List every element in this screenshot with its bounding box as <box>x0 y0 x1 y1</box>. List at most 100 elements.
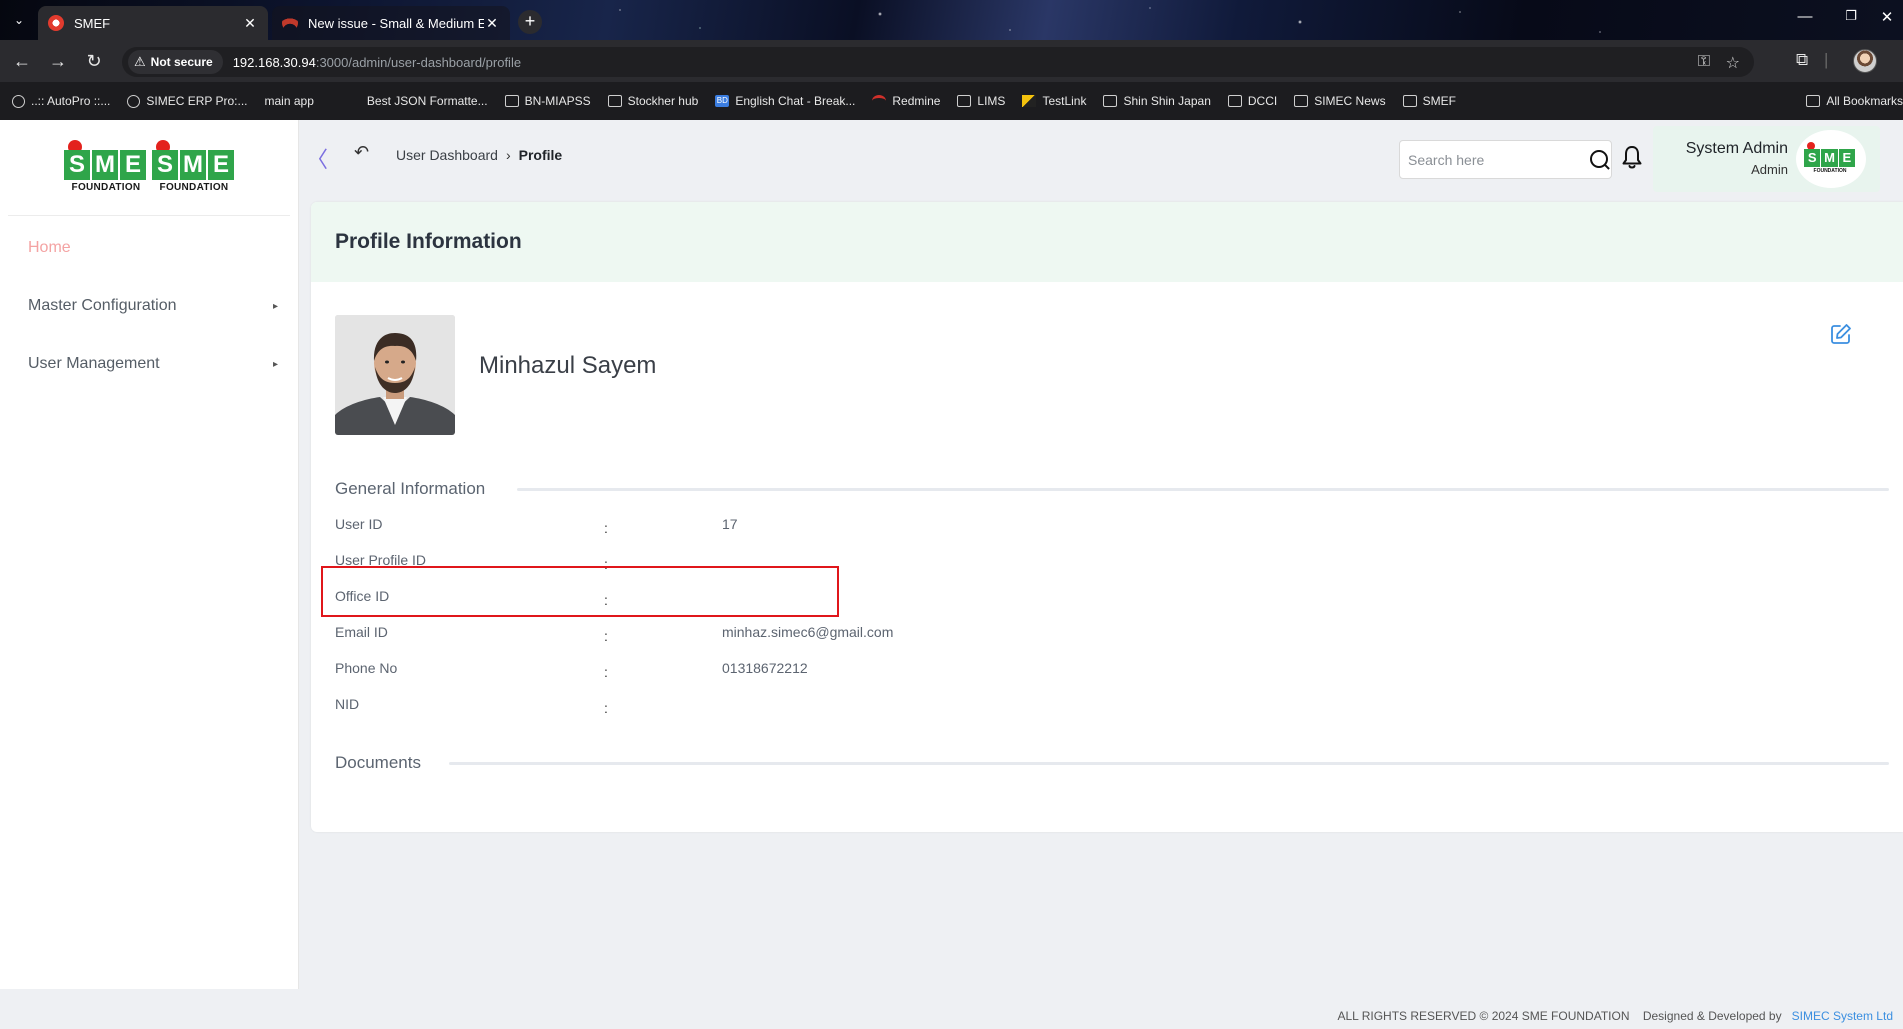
bookmark-item[interactable]: DCCI <box>1227 94 1277 108</box>
search-input[interactable] <box>1408 151 1589 168</box>
bookmark-item[interactable]: Stockher hub <box>607 94 698 108</box>
logo-unit: S M E FOUNDATION <box>152 138 236 196</box>
back-arrow-icon[interactable]: ← <box>10 50 34 74</box>
undo-back-icon[interactable]: ↶ <box>354 142 369 163</box>
company-link[interactable]: SIMEC System Ltd <box>1792 1009 1893 1023</box>
bookmark-item[interactable]: TestLink <box>1022 94 1086 108</box>
logo-letters: S M E <box>1804 149 1856 167</box>
folder-icon <box>1294 95 1309 107</box>
bookmarks-bar: ..:: AutoPro ::... SIMEC ERP Pro:... mai… <box>0 82 1903 120</box>
search-icon[interactable] <box>1589 149 1608 171</box>
field-colon: : <box>604 520 608 536</box>
general-information-title: General Information <box>335 479 486 498</box>
forward-arrow-icon[interactable]: → <box>46 50 70 74</box>
bookmark-item[interactable]: SIMEC News <box>1294 94 1386 108</box>
sidebar-item-label: Home <box>28 239 71 256</box>
footer: ALL RIGHTS RESERVED © 2024 SME FOUNDATIO… <box>299 1001 1903 1029</box>
bookmark-item[interactable]: main app <box>265 94 314 108</box>
sidebar: S M E FOUNDATION S M E FOUNDATION Home M… <box>0 120 299 989</box>
folder-icon <box>1806 95 1821 107</box>
breadcrumb-parent[interactable]: User Dashboard <box>396 147 498 163</box>
bookmark-item[interactable]: LIMS <box>957 94 1005 108</box>
edit-icon[interactable] <box>1829 322 1853 346</box>
sidebar-item-master-configuration[interactable]: Master Configuration ▸ <box>28 297 278 315</box>
security-indicator[interactable]: ⚠ Not secure <box>128 50 223 74</box>
bookmark-item[interactable]: SMEF <box>1402 94 1456 108</box>
sidebar-item-user-management[interactable]: User Management ▸ <box>28 355 278 373</box>
close-icon[interactable]: ✕ <box>242 15 258 32</box>
folder-icon <box>1227 95 1242 107</box>
info-row-phone-no: Phone No : 01318672212 <box>335 660 1735 680</box>
window-close-icon[interactable]: ✕ <box>1872 8 1902 26</box>
logo-subtitle: FOUNDATION <box>1813 168 1847 174</box>
info-row-user-id: User ID : 17 <box>335 516 1735 536</box>
bd-icon: BD <box>715 95 730 107</box>
redmine-icon <box>872 95 887 107</box>
folder-icon <box>957 95 972 107</box>
browser-tab-title: SMEF <box>74 15 111 31</box>
reload-icon[interactable]: ↻ <box>82 50 106 74</box>
search-bar <box>1399 140 1612 179</box>
testlink-icon <box>1022 95 1037 107</box>
field-value: 01318672212 <box>722 660 808 676</box>
bookmark-star-icon[interactable]: ☆ <box>1726 53 1740 73</box>
bell-icon[interactable] <box>1620 144 1644 172</box>
close-icon[interactable]: ✕ <box>484 15 500 32</box>
profile-photo <box>335 315 455 435</box>
tab-search-chevron-icon[interactable]: ⌄ <box>8 9 30 31</box>
info-row-nid: NID : <box>335 696 1735 716</box>
browser-tab-strip: ⌄ SMEF ✕ New issue - Small & Medium E ✕ … <box>0 0 1903 40</box>
field-label: NID <box>335 696 360 712</box>
bookmark-item[interactable]: BN-MIAPSS <box>504 94 591 108</box>
bookmark-item[interactable]: Best JSON Formatte... <box>367 94 488 108</box>
sme-logo-mini: S M E FOUNDATION <box>1804 142 1856 176</box>
bookmark-item[interactable]: ..:: AutoPro ::... <box>12 94 110 108</box>
field-value: 17 <box>722 516 738 532</box>
password-key-icon[interactable]: ⚿ <box>1698 53 1710 71</box>
user-menu[interactable]: System Admin Admin S M E FOUNDATION <box>1653 126 1880 192</box>
folder-icon <box>504 95 519 107</box>
new-tab-plus-icon[interactable]: + <box>518 10 542 34</box>
bookmark-item[interactable]: BD English Chat - Break... <box>715 94 855 108</box>
browser-tab-new-issue[interactable]: New issue - Small & Medium E ✕ <box>272 6 510 40</box>
url-host: 192.168.30.94 <box>232 54 316 70</box>
user-role: Admin <box>1751 162 1788 177</box>
url-path: :3000/admin/user-dashboard/profile <box>315 54 522 70</box>
field-label: Email ID <box>335 624 388 640</box>
bookmark-item[interactable]: SIMEC ERP Pro:... <box>127 94 248 108</box>
all-bookmarks[interactable]: All Bookmarks <box>1806 82 1903 120</box>
browser-profile-avatar[interactable] <box>1853 49 1877 73</box>
field-label: Phone No <box>335 660 398 676</box>
restore-icon[interactable]: ❐ <box>1836 8 1866 24</box>
field-colon: : <box>604 664 608 680</box>
warning-triangle-icon: ⚠ <box>134 54 146 69</box>
profile-name: Minhazul Sayem <box>479 352 657 379</box>
browser-toolbar: ← → ↻ ⚠ Not secure 192.168.30.94:3000/ad… <box>0 40 1903 82</box>
sidebar-collapse-icon[interactable]: 〈 <box>306 142 328 174</box>
security-label: Not secure <box>150 55 213 69</box>
footer-text: ALL RIGHTS RESERVED © 2024 SME FOUNDATIO… <box>1337 1009 1893 1023</box>
field-label: User ID <box>335 516 383 532</box>
folder-icon <box>1402 95 1417 107</box>
logo-subtitle: FOUNDATION <box>71 182 141 193</box>
globe-icon <box>127 94 141 108</box>
designed-by: Designed & Developed by <box>1642 1009 1782 1023</box>
address-bar[interactable]: ⚠ Not secure 192.168.30.94:3000/admin/us… <box>122 47 1754 77</box>
section-divider <box>449 762 1889 765</box>
bookmark-item[interactable]: Redmine <box>872 94 940 108</box>
sme-foundation-logo[interactable]: S M E FOUNDATION S M E FOUNDATION <box>64 138 236 196</box>
user-avatar: S M E FOUNDATION <box>1796 130 1866 188</box>
profile-photo-image <box>335 315 455 435</box>
sidebar-item-home[interactable]: Home <box>28 239 278 257</box>
minimize-icon[interactable]: — <box>1790 8 1820 25</box>
annotation-highlight-box <box>321 566 839 617</box>
field-colon: : <box>604 628 608 644</box>
sidebar-item-label: User Management <box>28 355 160 372</box>
extensions-puzzle-icon[interactable]: ⧉ <box>1796 50 1808 70</box>
bookmark-item[interactable]: Shin Shin Japan <box>1103 94 1211 108</box>
browser-tab-title: New issue - Small & Medium E <box>308 15 484 31</box>
breadcrumb-current: Profile <box>518 147 563 163</box>
globe-icon <box>12 94 25 108</box>
chevron-right-icon: › <box>505 147 511 163</box>
browser-tab-smef[interactable]: SMEF ✕ <box>38 6 268 40</box>
